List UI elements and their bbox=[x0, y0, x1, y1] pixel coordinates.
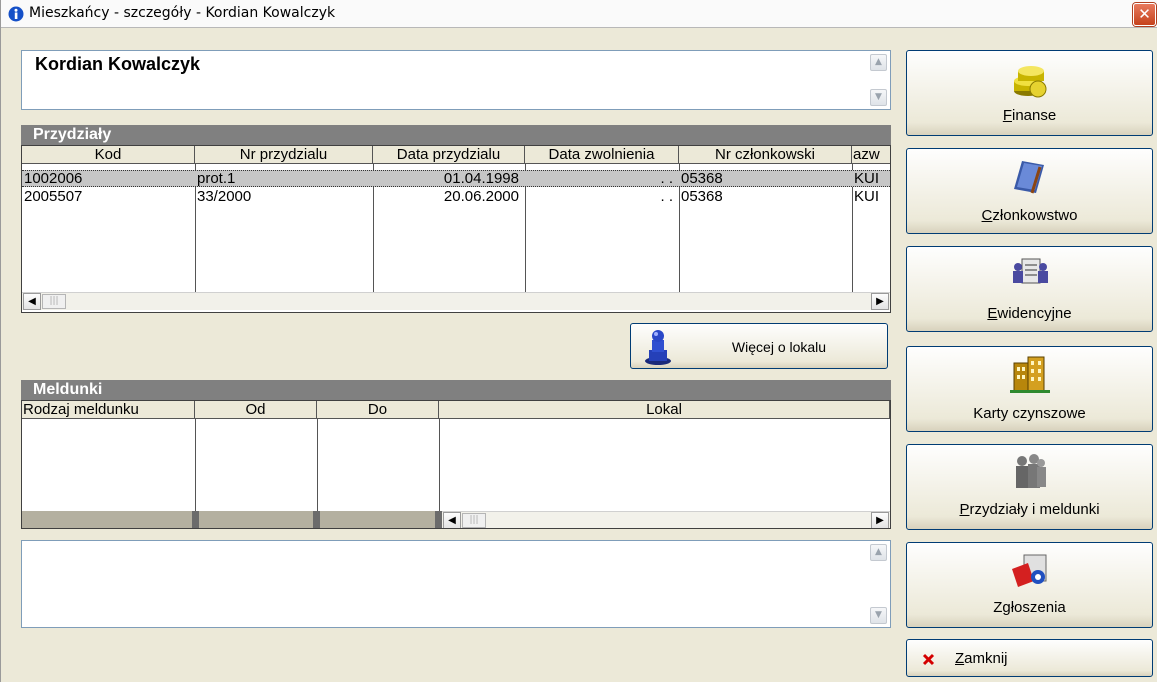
finanse-accelerator: F bbox=[1002, 107, 1012, 124]
cell-kod: 2005507 bbox=[24, 188, 83, 205]
cell-nr-przydzialu: 33/2000 bbox=[197, 188, 252, 205]
column-divider bbox=[195, 419, 196, 511]
cell-data-przydzialu: 01.04.1998 bbox=[443, 170, 519, 187]
meldunki-grid[interactable]: Rodzaj meldunku Od Do Lokal ◀ ||| ▶ bbox=[21, 400, 891, 529]
notebook-icon bbox=[1013, 161, 1044, 194]
title-bar: Mieszkańcy - szczegóły - Kordian Kowalcz… bbox=[1, 0, 1157, 28]
person-pedestal-icon bbox=[645, 330, 671, 365]
scroll-left-button[interactable]: ◀ bbox=[443, 512, 461, 528]
przydzialy-i-meldunki-accelerator: P bbox=[959, 501, 970, 518]
scroll-thumb[interactable]: ||| bbox=[42, 294, 66, 309]
czlonkowstwo-label: Członkowstwo bbox=[907, 207, 1152, 224]
column-header-data-zwolnienia[interactable]: Data zwolnienia bbox=[525, 146, 679, 164]
scroll-up-button[interactable]: ▲ bbox=[870, 544, 887, 561]
coins-icon bbox=[1013, 66, 1046, 98]
name-field-scrollbar[interactable]: ▲ ▼ bbox=[870, 54, 887, 106]
red-x-icon bbox=[922, 653, 935, 666]
info-icon bbox=[8, 6, 24, 22]
przydzialy-i-meldunki-button[interactable]: Przydziały i meldunki bbox=[906, 444, 1153, 530]
finanse-label-rest: inanse bbox=[1011, 107, 1057, 124]
column-header-nr-czlonkowski[interactable]: Nr członkowski bbox=[679, 146, 852, 164]
finanse-label: Finanse bbox=[907, 107, 1152, 124]
zamknij-label-rest: amknij bbox=[964, 650, 1008, 667]
meldunki-footer bbox=[22, 511, 439, 528]
column-splitter bbox=[192, 511, 199, 528]
zamknij-button[interactable]: Zamknij bbox=[906, 639, 1153, 677]
scroll-thumb[interactable]: ||| bbox=[462, 513, 486, 528]
scroll-left-button[interactable]: ◀ bbox=[23, 293, 41, 310]
zgloszenia-button[interactable]: Zgłoszenia bbox=[906, 542, 1153, 628]
przydzialy-i-meldunki-label-rest: rzydziały i meldunki bbox=[969, 501, 1100, 518]
cell-data-zwolnienia: . . bbox=[660, 170, 673, 187]
column-header-do[interactable]: Do bbox=[317, 401, 439, 419]
ewidencyjne-button[interactable]: Ewidencyjne bbox=[906, 246, 1153, 332]
czlonkowstwo-label-rest: złonkowstwo bbox=[992, 207, 1078, 224]
finanse-button[interactable]: Finanse bbox=[906, 50, 1153, 136]
przydzialy-i-meldunki-label: Przydziały i meldunki bbox=[907, 501, 1152, 518]
ewidencyjne-label-rest: widencyjne bbox=[997, 305, 1072, 322]
przydzialy-section-title: Przydziały bbox=[21, 125, 891, 145]
people-group-icon bbox=[1015, 454, 1046, 488]
column-header-data-przydzialu[interactable]: Data przydzialu bbox=[373, 146, 525, 164]
column-header-nr-przydzialu[interactable]: Nr przydzialu bbox=[195, 146, 373, 164]
column-header-od[interactable]: Od bbox=[195, 401, 317, 419]
notes-memo[interactable]: ▲ ▼ bbox=[21, 540, 891, 628]
building-icon bbox=[1009, 356, 1050, 393]
zamknij-accelerator: Z bbox=[955, 650, 965, 667]
scroll-right-button[interactable]: ▶ bbox=[871, 512, 889, 528]
karty-czynszowe-label: Karty czynszowe bbox=[973, 405, 1086, 422]
cell-kod: 1002006 bbox=[24, 170, 83, 187]
reports-icon bbox=[1011, 554, 1046, 587]
resident-name-field[interactable]: Kordian Kowalczyk ▲ ▼ bbox=[21, 50, 891, 110]
window-title: Mieszkańcy - szczegóły - Kordian Kowalcz… bbox=[29, 5, 336, 21]
cell-nr-czlonkowski: 05368 bbox=[681, 170, 723, 187]
meldunki-horizontal-scrollbar[interactable]: ◀ ||| ▶ bbox=[442, 511, 890, 528]
ewidencyjne-accelerator: E bbox=[987, 305, 998, 322]
scroll-up-button[interactable]: ▲ bbox=[870, 54, 887, 71]
clipboard-people-icon bbox=[1012, 258, 1048, 284]
czlonkowstwo-button[interactable]: Członkowstwo bbox=[906, 148, 1153, 234]
cell-nazwa: KUI bbox=[854, 170, 880, 187]
resident-details-window: Mieszkańcy - szczegóły - Kordian Kowalcz… bbox=[0, 0, 1157, 682]
resident-name: Kordian Kowalczyk bbox=[35, 54, 201, 74]
column-splitter bbox=[313, 511, 320, 528]
column-header-nazwa[interactable]: azw bbox=[852, 146, 890, 164]
zgloszenia-label: Zgłoszenia bbox=[993, 599, 1066, 616]
cell-nazwa: KUI bbox=[854, 188, 880, 205]
przydzialy-horizontal-scrollbar[interactable]: ◀ ||| ▶ bbox=[22, 292, 890, 310]
scroll-down-button[interactable]: ▼ bbox=[870, 607, 887, 624]
scroll-right-button[interactable]: ▶ bbox=[871, 293, 889, 310]
cell-data-zwolnienia: . . bbox=[660, 188, 673, 205]
notes-scrollbar[interactable]: ▲ ▼ bbox=[870, 544, 887, 624]
cell-data-przydzialu: 20.06.2000 bbox=[443, 188, 519, 205]
meldunki-section-title: Meldunki bbox=[21, 380, 891, 400]
wiecej-o-lokalu-label: Więcej o lokalu bbox=[731, 339, 827, 355]
scroll-down-button[interactable]: ▼ bbox=[870, 89, 887, 106]
ewidencyjne-label: Ewidencyjne bbox=[907, 305, 1152, 322]
karty-czynszowe-button[interactable]: Karty czynszowe bbox=[906, 346, 1153, 432]
column-header-lokal[interactable]: Lokal bbox=[439, 401, 890, 419]
column-header-rodzaj-meldunku[interactable]: Rodzaj meldunku bbox=[22, 401, 195, 419]
window-close-button[interactable]: ✕ bbox=[1133, 3, 1156, 26]
column-divider bbox=[317, 419, 318, 511]
cell-nr-czlonkowski: 05368 bbox=[681, 188, 723, 205]
czlonkowstwo-accelerator: C bbox=[981, 207, 993, 224]
przydzialy-grid[interactable]: Kod Nr przydzialu Data przydzialu Data z… bbox=[21, 145, 891, 313]
column-divider bbox=[439, 419, 440, 511]
wiecej-o-lokalu-button[interactable]: Więcej o lokalu bbox=[630, 323, 888, 369]
zamknij-label: Zamknij bbox=[955, 650, 1152, 667]
column-header-kod[interactable]: Kod bbox=[22, 146, 195, 164]
column-splitter bbox=[435, 511, 442, 528]
cell-nr-przydzialu: prot.1 bbox=[197, 170, 236, 187]
